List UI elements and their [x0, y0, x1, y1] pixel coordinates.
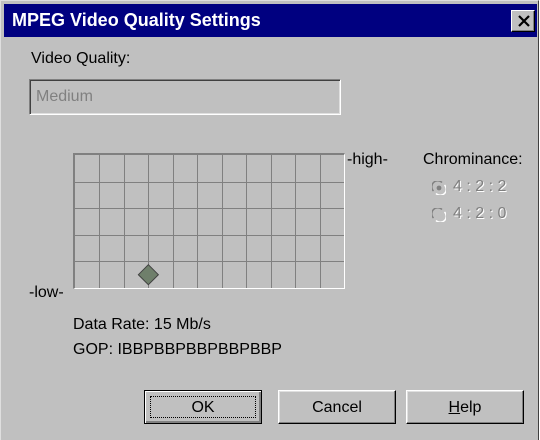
video-quality-value: Medium	[36, 88, 93, 105]
video-quality-field: Medium	[29, 79, 341, 115]
mpeg-quality-dialog: MPEG Video Quality Settings Video Qualit…	[0, 0, 539, 440]
radio-unselected-icon[interactable]	[432, 208, 446, 222]
title-bar[interactable]: MPEG Video Quality Settings	[4, 4, 537, 37]
close-button[interactable]	[511, 10, 535, 32]
close-icon	[518, 15, 530, 27]
gop-text: GOP: IBBPBBPBBPBBPBBP	[73, 341, 282, 358]
quality-grid-canvas	[75, 155, 344, 288]
radio-selected-icon[interactable]	[432, 181, 446, 195]
data-rate-text: Data Rate: 15 Mb/s	[73, 316, 211, 333]
help-button[interactable]: Help	[406, 390, 524, 424]
window-title: MPEG Video Quality Settings	[12, 10, 261, 30]
focus-rectangle	[150, 396, 256, 418]
low-label: -low-	[29, 284, 64, 301]
help-button-mnemonic: H	[448, 398, 461, 416]
quality-marker-icon[interactable]	[137, 263, 160, 286]
cancel-button[interactable]: Cancel	[278, 390, 396, 424]
high-label: -high-	[347, 151, 388, 168]
video-quality-label: Video Quality:	[31, 50, 131, 67]
help-button-label: elp	[460, 398, 482, 416]
chrominance-option-422-label: 4 : 2 : 2	[453, 178, 507, 195]
chrominance-option-420-label: 4 : 2 : 0	[453, 205, 507, 222]
ok-button[interactable]: OK	[144, 390, 262, 424]
quality-grid[interactable]	[73, 153, 345, 289]
cancel-button-label: Cancel	[312, 398, 362, 416]
chrominance-label: Chrominance:	[423, 151, 523, 168]
